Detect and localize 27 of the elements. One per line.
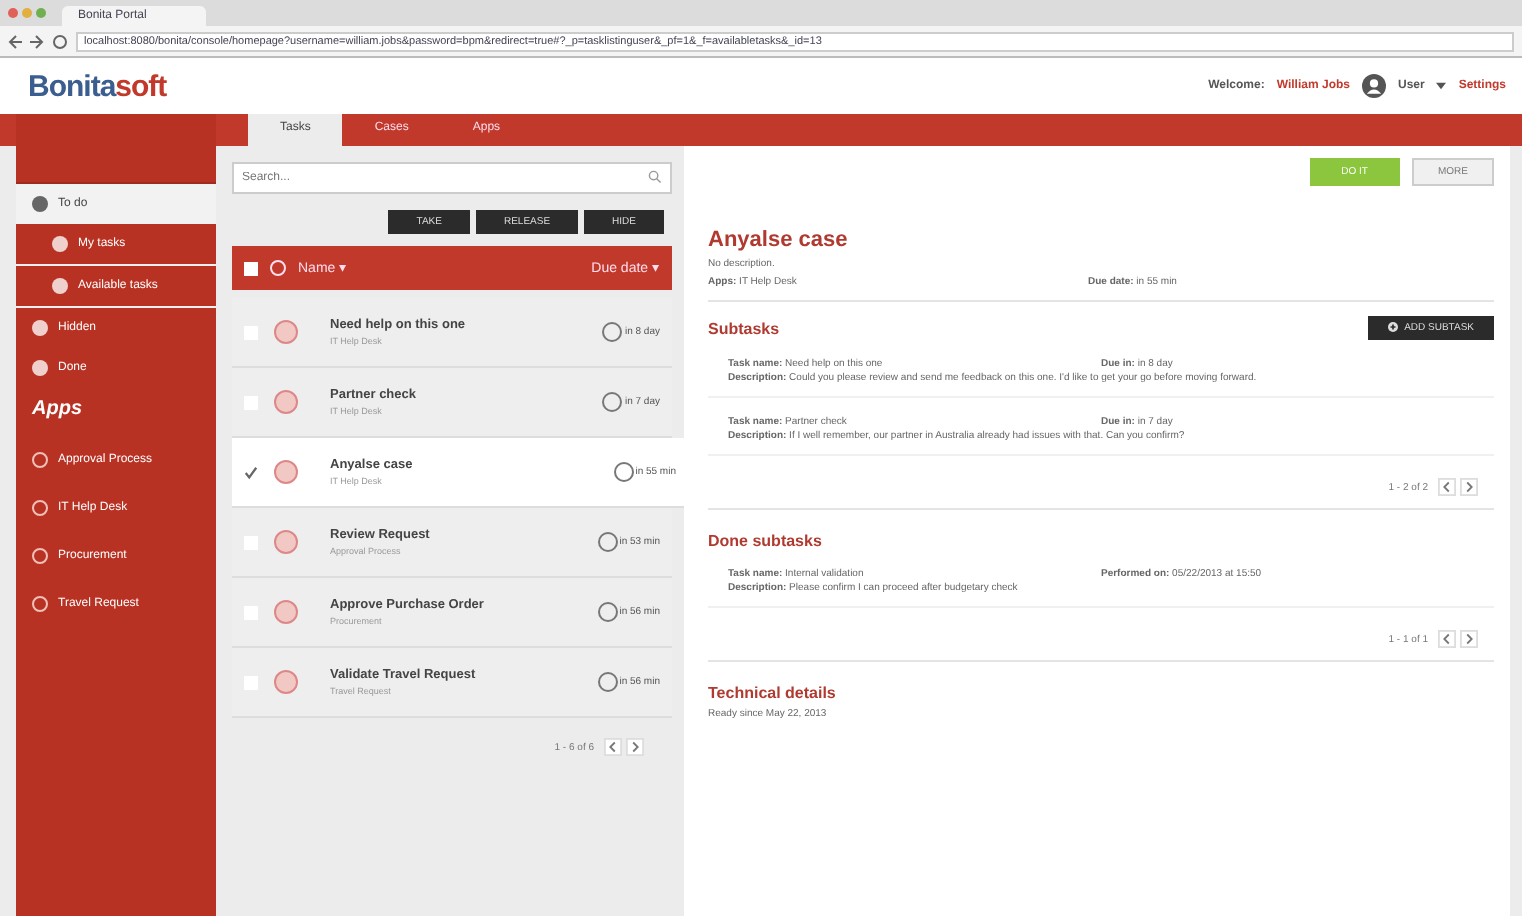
caret-icon[interactable] [1436, 82, 1447, 90]
next-button[interactable] [626, 738, 644, 756]
task-icon [274, 530, 298, 554]
previous-button[interactable] [1438, 478, 1456, 496]
select-all-checkbox[interactable] [244, 261, 258, 275]
section-title: Subtasks [708, 319, 780, 337]
task-icon [274, 600, 298, 624]
task-icon [274, 460, 298, 484]
status-icon [270, 260, 286, 276]
row-checkbox[interactable] [244, 465, 258, 479]
check-icon [244, 465, 258, 479]
task-icon [274, 320, 298, 344]
previous-button[interactable] [604, 738, 622, 756]
plus-icon [1388, 322, 1399, 333]
logo: Bonitasoft [28, 69, 167, 103]
section-title: Done subtasks [708, 532, 824, 550]
avatar-icon [1361, 74, 1386, 98]
previous-button[interactable] [1438, 630, 1456, 648]
navigation-icon[interactable] [8, 33, 68, 49]
apps-heading: Apps [30, 396, 84, 424]
search-icon [648, 170, 662, 184]
next-button[interactable] [1460, 630, 1478, 648]
section-title: Technical details [708, 684, 838, 702]
task-icon [274, 390, 298, 414]
task-icon [274, 670, 298, 694]
next-button[interactable] [1460, 478, 1478, 496]
task-title: Anyalse case [708, 228, 850, 252]
